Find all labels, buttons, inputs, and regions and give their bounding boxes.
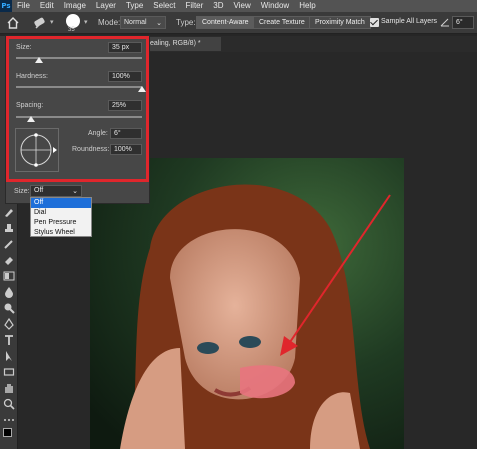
options-bar: ▾ 35 ▾ Mode: Normal ⌄ Type: Content-Awar… bbox=[0, 12, 477, 34]
brush-settings-panel: Size: 35 px Hardness: 100% Spacing: 25% … bbox=[5, 35, 150, 204]
zoom-icon[interactable] bbox=[3, 398, 15, 410]
dropdown-option-off[interactable]: Off bbox=[31, 198, 91, 208]
menu-file[interactable]: File bbox=[12, 0, 35, 12]
gradient-icon[interactable] bbox=[3, 270, 15, 282]
size-input[interactable]: 35 px bbox=[108, 42, 142, 53]
menu-window[interactable]: Window bbox=[256, 0, 294, 12]
size-control-label: Size: bbox=[14, 188, 30, 195]
eraser-icon[interactable] bbox=[3, 254, 15, 266]
roundness-label: Roundness: bbox=[72, 146, 110, 153]
angle-icon bbox=[440, 18, 449, 27]
type-label: Type: bbox=[176, 18, 196, 27]
menu-bar: Ps File Edit Image Layer Type Select Fil… bbox=[0, 0, 477, 12]
sample-all-layers-label: Sample All Layers bbox=[381, 18, 438, 25]
mode-select[interactable]: Normal ⌄ bbox=[120, 16, 166, 29]
size-slider-handle[interactable] bbox=[34, 57, 43, 63]
dropdown-option-pen-pressure[interactable]: Pen Pressure bbox=[31, 218, 91, 228]
hand-icon[interactable] bbox=[3, 382, 15, 394]
proximity-match-button[interactable]: Proximity Match bbox=[309, 16, 371, 29]
more-tools-icon[interactable] bbox=[3, 414, 15, 426]
clone-stamp-icon[interactable] bbox=[3, 222, 15, 234]
home-icon[interactable] bbox=[6, 16, 20, 30]
create-texture-button[interactable]: Create Texture bbox=[253, 16, 311, 29]
menu-image[interactable]: Image bbox=[59, 0, 91, 12]
size-label: Size: bbox=[16, 44, 32, 51]
mode-select-value: Normal bbox=[124, 19, 147, 26]
hardness-label: Hardness: bbox=[16, 73, 48, 80]
brush-picker-chevron-icon[interactable]: ▾ bbox=[84, 18, 88, 26]
spacing-input[interactable]: 25% bbox=[108, 100, 142, 111]
menu-view[interactable]: View bbox=[229, 0, 256, 12]
history-brush-icon[interactable] bbox=[3, 238, 15, 250]
dropdown-option-dial[interactable]: Dial bbox=[31, 208, 91, 218]
roundness-input[interactable]: 100% bbox=[110, 144, 142, 155]
spot-healing-brush-icon[interactable] bbox=[32, 16, 48, 30]
menu-select[interactable]: Select bbox=[148, 0, 180, 12]
photoshop-logo[interactable]: Ps bbox=[0, 0, 12, 12]
hardness-input[interactable]: 100% bbox=[108, 71, 142, 82]
annotation-arrow bbox=[280, 194, 391, 356]
brush-tool-icon[interactable] bbox=[3, 206, 15, 218]
type-tool-icon[interactable] bbox=[3, 334, 15, 346]
blur-icon[interactable] bbox=[3, 286, 15, 298]
angle-input[interactable]: 6° bbox=[452, 16, 474, 29]
path-selection-icon[interactable] bbox=[3, 350, 15, 362]
angle-roundness-widget[interactable] bbox=[15, 128, 59, 172]
hardness-slider-track[interactable] bbox=[16, 86, 142, 88]
menu-filter[interactable]: Filter bbox=[181, 0, 209, 12]
mode-label: Mode: bbox=[98, 18, 121, 27]
size-control-dropdown: Off Dial Pen Pressure Stylus Wheel bbox=[30, 197, 92, 237]
menu-help[interactable]: Help bbox=[294, 0, 320, 12]
size-control-select[interactable]: Off ⌄ bbox=[30, 185, 82, 197]
content-aware-button[interactable]: Content-Aware bbox=[196, 16, 255, 29]
chevron-down-icon: ⌄ bbox=[156, 20, 162, 27]
brush-size-value: 35 bbox=[68, 27, 75, 33]
rectangle-icon[interactable] bbox=[3, 366, 15, 378]
angle-label: Angle: bbox=[88, 130, 108, 137]
brush-preset-picker[interactable] bbox=[66, 14, 80, 28]
menu-type[interactable]: Type bbox=[121, 0, 148, 12]
tool-preset-chevron-icon[interactable]: ▾ bbox=[50, 18, 54, 26]
spacing-label: Spacing: bbox=[16, 102, 44, 109]
menu-3d[interactable]: 3D bbox=[208, 0, 228, 12]
menu-edit[interactable]: Edit bbox=[35, 0, 59, 12]
size-control-value: Off bbox=[34, 187, 44, 194]
angle-input-panel[interactable]: 6° bbox=[110, 128, 142, 139]
dodge-icon[interactable] bbox=[3, 302, 15, 314]
foreground-color-swatch[interactable] bbox=[3, 428, 12, 437]
angle-dial-icon bbox=[20, 133, 57, 167]
document-tab[interactable]: ealing, RGB/8) * bbox=[146, 37, 221, 51]
sample-all-layers-checkbox[interactable] bbox=[370, 18, 379, 27]
pen-icon[interactable] bbox=[3, 317, 15, 330]
spacing-slider-handle[interactable] bbox=[27, 116, 36, 122]
menu-layer[interactable]: Layer bbox=[91, 0, 121, 12]
hardness-slider-handle[interactable] bbox=[138, 86, 146, 92]
dropdown-option-stylus-wheel[interactable]: Stylus Wheel bbox=[31, 228, 91, 238]
chevron-down-icon: ⌄ bbox=[72, 188, 78, 195]
